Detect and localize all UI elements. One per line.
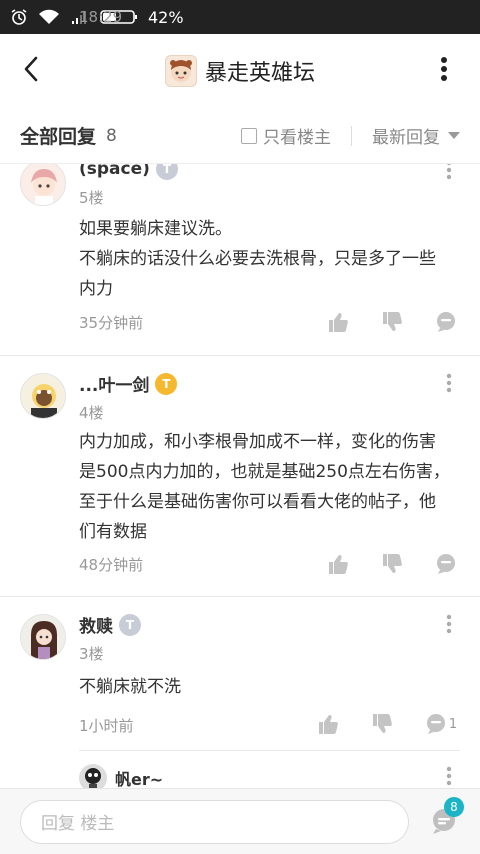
comment-author[interactable]: 救赎 T xyxy=(79,612,141,637)
message-count-badge: 8 xyxy=(444,797,464,817)
chevron-left-icon xyxy=(22,55,40,87)
comment-content: 内力加成，和小李根骨加成不一样，变化的伤害是500点内力加的，也就是基础250点… xyxy=(79,432,450,542)
status-time: 18:29 xyxy=(79,8,123,26)
comment-actions xyxy=(326,552,458,576)
sub-reply-author: 帆er~ xyxy=(115,770,164,788)
thumbs-down-icon xyxy=(383,312,402,331)
chat-bubble-icon xyxy=(437,554,455,574)
like-button[interactable] xyxy=(316,712,340,736)
comment-actions xyxy=(326,310,458,334)
comment-more-button[interactable] xyxy=(444,371,454,395)
comment-time: 48分钟前 xyxy=(79,556,144,574)
only-op-label: 只看楼主 xyxy=(263,128,331,148)
floor-number: 3楼 xyxy=(79,645,104,663)
level-badge-icon: T xyxy=(119,613,141,636)
avatar[interactable] xyxy=(20,164,66,206)
chat-bubble-icon xyxy=(426,714,445,734)
chat-bubble-icon xyxy=(437,312,455,332)
floor-number: 4楼 xyxy=(79,404,104,422)
comment-author[interactable]: ...叶一剑 T xyxy=(79,371,178,396)
bottom-reply-bar: 回复 楼主 8 xyxy=(0,788,480,854)
reply-button[interactable] xyxy=(434,310,458,334)
more-vertical-icon xyxy=(440,56,448,86)
reply-button[interactable] xyxy=(434,552,458,576)
header: 暴走英雄坛 xyxy=(0,34,480,108)
status-bar: 18:29 42% xyxy=(0,0,480,34)
comment-time: 1小时前 xyxy=(79,717,134,735)
sort-label: 最新回复 xyxy=(372,128,440,148)
forum-avatar xyxy=(164,55,197,87)
reply-button[interactable]: 1 xyxy=(424,712,458,736)
level-badge-icon: T xyxy=(155,164,178,180)
dislike-button[interactable] xyxy=(380,310,404,334)
like-button[interactable] xyxy=(326,552,350,576)
comment-actions: 1 xyxy=(316,712,458,736)
reply-count-badge: 1 xyxy=(448,716,458,732)
back-button[interactable] xyxy=(14,54,48,88)
avatar xyxy=(79,764,107,788)
thumbs-up-icon xyxy=(329,555,348,574)
comment-item: 救赎 T 3楼 不躺床就不洗 1小时前 1 帆er~ xyxy=(0,612,480,788)
thumbs-up-icon xyxy=(329,313,348,332)
filter-divider xyxy=(351,125,352,146)
comment-author[interactable]: (space) T xyxy=(79,164,178,180)
alarm-icon xyxy=(10,8,28,26)
dislike-button[interactable] xyxy=(380,552,404,576)
sub-reply-more-button[interactable] xyxy=(444,764,454,788)
comment-list[interactable]: (space) T 5楼 如果要躺床建议洗。 不躺床的话没什么必要去洗根骨，只是… xyxy=(0,164,480,788)
avatar[interactable] xyxy=(20,373,66,419)
triangle-down-icon xyxy=(448,132,460,139)
avatar[interactable] xyxy=(20,614,66,660)
dislike-button[interactable] xyxy=(370,712,394,736)
battery-percent: 42% xyxy=(148,7,184,27)
checkbox-icon xyxy=(241,127,257,144)
sort-dropdown[interactable]: 最新回复 xyxy=(372,123,460,148)
thumbs-down-icon xyxy=(383,554,402,573)
comment-more-button[interactable] xyxy=(444,164,454,182)
comment-divider xyxy=(0,596,480,597)
reply-input[interactable]: 回复 楼主 xyxy=(20,799,409,844)
like-button[interactable] xyxy=(326,310,350,334)
comment-content: 不躺床就不洗 xyxy=(79,677,181,697)
author-name: (space) xyxy=(79,164,150,179)
author-name: 救赎 xyxy=(79,617,113,637)
thumbs-up-icon xyxy=(319,715,338,734)
more-menu-button[interactable] xyxy=(432,54,456,88)
comment-divider xyxy=(0,355,480,356)
author-name: ...叶一剑 xyxy=(79,376,150,396)
comment-item: ...叶一剑 T 4楼 内力加成，和小李根骨加成不一样，变化的伤害是500点内力… xyxy=(0,369,480,599)
forum-title-group[interactable]: 暴走英雄坛 xyxy=(164,55,315,87)
comment-time: 35分钟前 xyxy=(79,314,144,332)
comment-item: (space) T 5楼 如果要躺床建议洗。 不躺床的话没什么必要去洗根骨，只是… xyxy=(0,164,480,356)
only-op-toggle[interactable]: 只看楼主 xyxy=(241,123,331,148)
reply-count: 8 xyxy=(106,125,117,146)
comment-content: 如果要躺床建议洗。 不躺床的话没什么必要去洗根骨，只是多了一些内力 xyxy=(79,219,436,299)
page-title: 暴走英雄坛 xyxy=(204,61,315,86)
filter-bar: 全部回复 8 只看楼主 最新回复 xyxy=(0,108,480,164)
level-badge-icon: T xyxy=(155,372,178,395)
sub-reply[interactable]: 帆er~ xyxy=(79,764,163,788)
sub-reply-divider xyxy=(79,750,460,751)
comment-more-button[interactable] xyxy=(444,612,454,636)
floor-number: 5楼 xyxy=(79,189,104,207)
thumbs-down-icon xyxy=(373,714,392,733)
messages-button[interactable]: 8 xyxy=(430,797,464,835)
wifi-icon xyxy=(38,9,60,25)
all-replies-label: 全部回复 xyxy=(20,126,97,148)
